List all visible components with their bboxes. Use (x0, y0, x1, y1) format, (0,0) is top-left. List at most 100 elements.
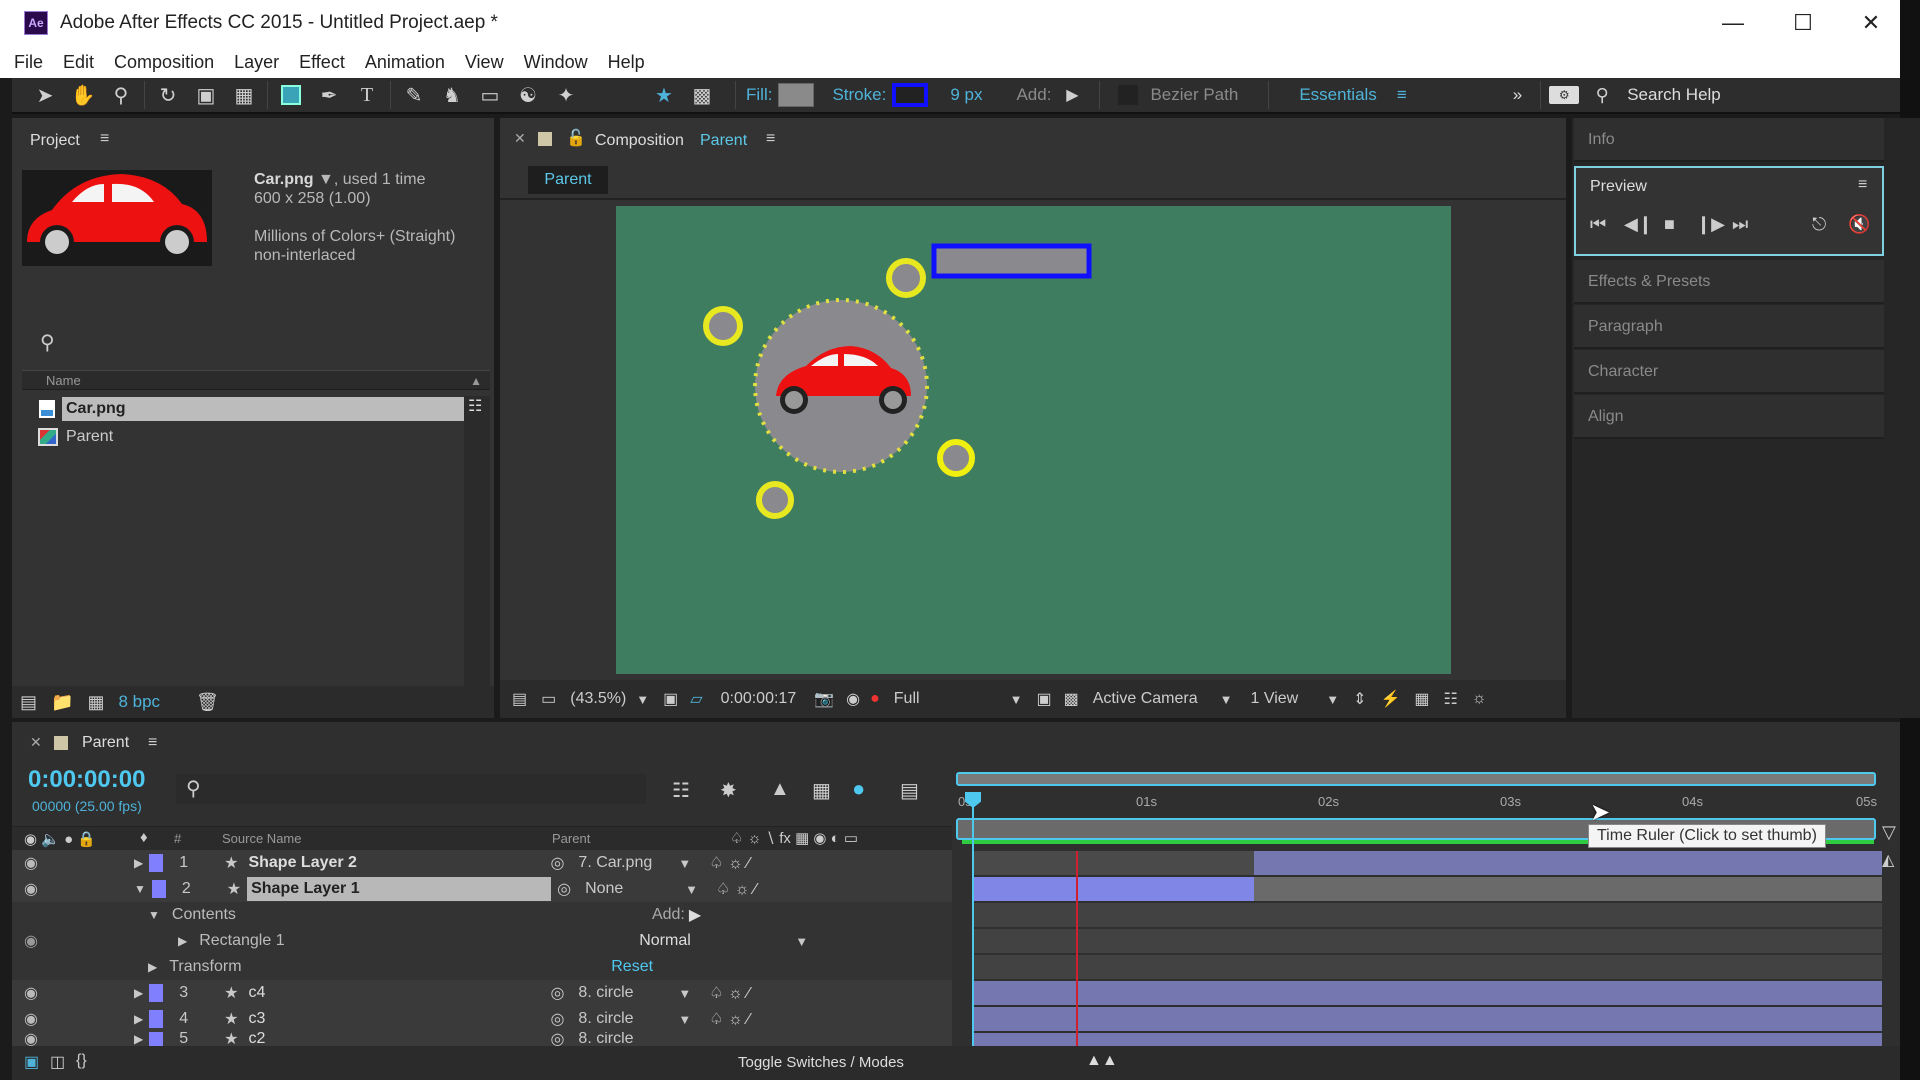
name-column-header[interactable]: Name (46, 373, 81, 388)
type-tool-icon[interactable]: T (352, 80, 382, 110)
pickwhip-icon[interactable]: ◎ (557, 879, 571, 899)
expand-arrow-icon[interactable]: ▶ (148, 960, 157, 974)
track-layer-3[interactable] (974, 981, 1882, 1005)
flowchart-icon[interactable]: ☷ (464, 398, 482, 415)
layer-row[interactable]: ◉ ▶ 3 ★ c4 ◎ 8. circle ▼ ♤ ☼ ∕ (12, 980, 952, 1006)
rectangle-row[interactable]: ◉ ▶ Rectangle 1 Normal ▼ (12, 928, 952, 954)
info-panel[interactable]: Info (1574, 118, 1884, 162)
fill-swatch[interactable] (778, 83, 815, 107)
pan-behind-tool-icon[interactable]: ▦ (229, 80, 259, 110)
project-search-field[interactable]: ⚲ (22, 328, 492, 358)
menu-composition[interactable]: Composition (114, 52, 214, 73)
visibility-eye-icon[interactable]: ◉ (24, 1009, 38, 1029)
brush-tool-icon[interactable]: ✎ (399, 80, 429, 110)
new-composition-icon[interactable]: ▦ (87, 692, 104, 713)
add-content-icon[interactable]: ▶ (689, 905, 701, 925)
pickwhip-icon[interactable]: ◎ (550, 983, 564, 1003)
sort-ascending-icon[interactable]: ▲ (470, 371, 482, 391)
expand-arrow-icon[interactable]: ▶ (134, 1032, 143, 1046)
label-column-icon[interactable]: ♦ (140, 829, 148, 846)
first-frame-icon[interactable]: ⏮ (1590, 214, 1606, 235)
menu-help[interactable]: Help (608, 52, 645, 73)
last-frame-icon[interactable]: ⏭ (1732, 214, 1748, 235)
workspace-menu-icon[interactable]: ≡ (1397, 85, 1407, 105)
draft-3d-icon[interactable]: ✸ (720, 778, 737, 803)
loop-icon[interactable]: ⎋ (1812, 214, 1826, 235)
menu-file[interactable]: File (14, 52, 43, 73)
parent-value[interactable]: 7. Car.png (578, 854, 678, 872)
menu-layer[interactable]: Layer (234, 52, 279, 73)
sync-settings-icon[interactable]: ⚙ (1549, 86, 1580, 104)
timeline-menu-icon[interactable]: ≡ (148, 734, 157, 752)
layer-switches[interactable]: ♤ ☼ ∕ (709, 1009, 750, 1029)
layer-name[interactable]: c2 (248, 1032, 548, 1046)
interpret-footage-icon[interactable]: ▤ (20, 692, 37, 713)
blend-mode-dropdown-icon[interactable]: ▼ (795, 934, 808, 949)
camera-dropdown-icon[interactable]: ▼ (1220, 692, 1233, 707)
shy-layers-icon[interactable]: ▲ (770, 778, 790, 801)
pickwhip-icon[interactable]: ◎ (550, 1032, 564, 1046)
resolution-dropdown-icon[interactable]: ▼ (1010, 692, 1023, 707)
timeline-icon[interactable]: ▦ (1414, 689, 1429, 709)
current-time-display[interactable]: 0:00:00:00 (28, 766, 145, 794)
search-help-input[interactable]: Search Help (1627, 85, 1721, 105)
parent-dropdown-icon[interactable]: ▼ (678, 1012, 691, 1027)
comp-marker-bin-icon[interactable]: ▽ (1882, 822, 1896, 843)
hand-tool-icon[interactable]: ✋ (68, 80, 98, 110)
effects-presets-panel[interactable]: Effects & Presets (1574, 260, 1884, 304)
workspace-essentials[interactable]: Essentials (1299, 85, 1376, 105)
menu-view[interactable]: View (465, 52, 504, 73)
resolution-value[interactable]: Full (894, 690, 920, 708)
character-panel[interactable]: Character (1574, 350, 1884, 394)
exposure-reset-icon[interactable]: ☼ (1472, 690, 1487, 708)
expand-arrow-icon[interactable]: ▶ (134, 856, 143, 870)
layer-switches[interactable]: ♤ ☼ ∕ (709, 853, 750, 873)
transparency-grid-icon[interactable]: ▩ (1064, 689, 1079, 709)
work-area-navigator[interactable] (956, 772, 1876, 786)
layer-name[interactable]: Shape Layer 1 (247, 877, 552, 901)
preview-panel-menu-icon[interactable]: ≡ (1858, 176, 1867, 194)
visibility-eye-icon[interactable]: ◉ (24, 853, 38, 873)
stroke-width-value[interactable]: 9 px (950, 85, 982, 105)
reset-link[interactable]: Reset (611, 958, 653, 976)
add-arrow-icon[interactable]: ▶ (1057, 80, 1087, 110)
layer-bar[interactable] (974, 877, 1254, 901)
fast-previews-icon[interactable]: ⚡ (1381, 689, 1401, 709)
expand-arrow-icon[interactable]: ▶ (134, 986, 143, 1000)
project-item-parent[interactable]: Parent (38, 424, 113, 450)
more-workspaces-icon[interactable]: » (1513, 85, 1522, 105)
views-value[interactable]: 1 View (1250, 690, 1298, 708)
rectangle-label[interactable]: Rectangle 1 (199, 932, 639, 950)
stop-icon[interactable]: ■ (1664, 214, 1675, 235)
mask-visibility-icon[interactable]: ▱ (690, 689, 702, 709)
label-color-swatch[interactable] (149, 1010, 164, 1028)
mask-feather-icon[interactable]: ▩ (687, 80, 717, 110)
project-scrollbar[interactable]: ☷ (464, 396, 490, 686)
clone-stamp-tool-icon[interactable]: ♞ (437, 80, 467, 110)
layer-row-partial[interactable]: ◉ ▶ 5 ★ c2 ◎ 8. circle (12, 1032, 952, 1046)
parent-dropdown-icon[interactable]: ▼ (678, 856, 691, 871)
camera-view-value[interactable]: Active Camera (1093, 690, 1198, 708)
monitor-icon[interactable]: ▭ (541, 689, 556, 709)
roto-brush-tool-icon[interactable]: ☯ (513, 80, 543, 110)
blend-mode-value[interactable]: Normal (639, 932, 795, 950)
visibility-eye-icon[interactable]: ◉ (24, 879, 38, 899)
flowchart-icon[interactable]: ☷ (1444, 689, 1458, 709)
lock-icon[interactable]: 🔓 (566, 128, 586, 148)
layer-search-field[interactable]: ⚲ (176, 774, 646, 804)
label-color-swatch[interactable] (149, 854, 164, 872)
track-layer-4[interactable] (974, 1007, 1882, 1031)
layer-row[interactable]: ◉ ▶ 4 ★ c3 ◎ 8. circle ▼ ♤ ☼ ∕ (12, 1006, 952, 1032)
views-dropdown-icon[interactable]: ▼ (1326, 692, 1339, 707)
zoom-tool-icon[interactable]: ⚲ (106, 80, 136, 110)
snapshot-icon[interactable]: 📷 (814, 689, 834, 709)
close-tab-icon[interactable]: ✕ (514, 130, 526, 147)
parent-dropdown-icon[interactable]: ▼ (685, 882, 698, 897)
source-name-column-header[interactable]: Source Name (222, 831, 301, 846)
collapse-arrow-icon[interactable]: ▼ (134, 882, 146, 896)
expand-arrow-icon[interactable]: ▶ (134, 1012, 143, 1026)
magnification-value[interactable]: (43.5%) (570, 690, 626, 708)
minimize-button[interactable]: — (1700, 0, 1766, 46)
track-layer-5[interactable] (974, 1033, 1882, 1046)
project-item-car[interactable]: Car.png (38, 396, 464, 422)
